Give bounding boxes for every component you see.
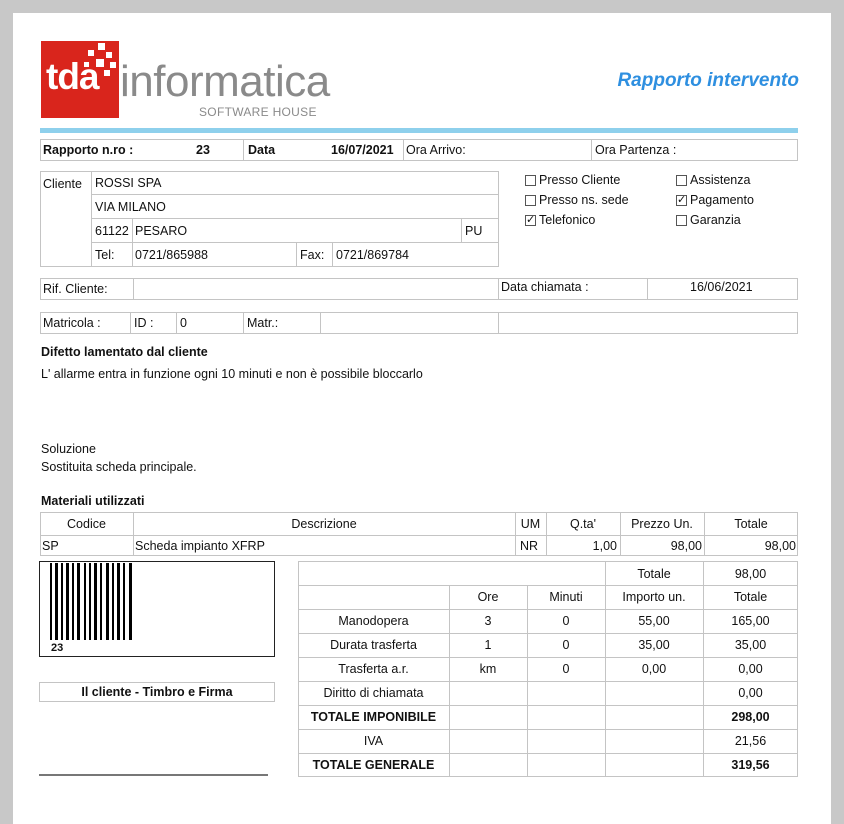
cost-row-importo: 55,00 — [638, 614, 670, 628]
telefonico-label: Telefonico — [539, 213, 596, 227]
garanzia-checkbox[interactable] — [676, 215, 687, 226]
cost-header-minuti: Minuti — [549, 590, 583, 604]
cost-row-label: Diritto di chiamata — [323, 686, 424, 700]
logo-name: informatica — [120, 57, 330, 106]
report-number-label: Rapporto n.ro : — [43, 143, 134, 157]
logo-pixel — [106, 52, 112, 58]
matricola-row — [40, 312, 798, 334]
cost-header-ore: Ore — [477, 590, 499, 604]
client-address: VIA MILANO — [95, 200, 166, 214]
materials-header-totale: Totale — [734, 517, 768, 531]
page-title: Rapporto intervento — [617, 70, 799, 91]
cost-row-minuti: 0 — [562, 662, 570, 676]
material-codice: SP — [42, 539, 59, 553]
cost-row-label: Manodopera — [338, 614, 409, 628]
grand-total-value: 319,56 — [731, 758, 770, 772]
cost-header-totale: Totale — [733, 590, 768, 604]
materials-title: Materiali utilizzati — [41, 494, 145, 508]
material-prezzo: 98,00 — [670, 539, 702, 553]
cost-row-ore: km — [479, 662, 497, 676]
grand-total-label: TOTALE GENERALE — [312, 758, 435, 772]
logo-pixel — [110, 62, 116, 68]
material-um: NR — [520, 539, 539, 553]
iva-value: 21,56 — [734, 734, 767, 748]
defect-text: L' allarme entra in funzione ogni 10 min… — [41, 367, 423, 381]
departure-time-label: Ora Partenza : — [595, 143, 677, 157]
iva-label: IVA — [363, 734, 384, 748]
solution-text: Sostituita scheda principale. — [41, 460, 197, 474]
report-date: 16/07/2021 — [331, 143, 394, 157]
cost-row-totale: 0,00 — [738, 686, 763, 700]
rif-cliente-label: Rif. Cliente: — [43, 282, 108, 296]
cost-row-minuti: 0 — [562, 614, 570, 628]
cost-row-ore: 1 — [484, 638, 492, 652]
barcode — [39, 561, 275, 657]
pagamento-label: Pagamento — [690, 193, 754, 207]
assistenza-checkbox[interactable] — [676, 175, 687, 186]
materials-header-descrizione: Descrizione — [291, 517, 357, 531]
materials-header-codice: Codice — [67, 517, 106, 531]
check-icon: ✓ — [677, 194, 687, 206]
matr-label: Matr.: — [247, 316, 279, 330]
logo-brand: tda — [46, 56, 99, 97]
reference-row — [40, 278, 798, 300]
client-tel: 0721/865988 — [135, 248, 208, 262]
signature-line — [39, 774, 268, 776]
client-cap: 61122 — [95, 224, 129, 238]
matricola-label: Matricola : — [43, 316, 101, 330]
materials-total-value: 98,00 — [734, 567, 767, 581]
cost-row-totale: 0,00 — [738, 662, 763, 676]
call-date: 16/06/2021 — [690, 280, 753, 294]
cost-row-label: Durata trasferta — [330, 638, 417, 652]
report-number: 23 — [196, 143, 210, 157]
presso-cliente-label: Presso Cliente — [539, 173, 621, 187]
logo-pixel — [98, 43, 105, 50]
arrival-time-label: Ora Arrivo: — [406, 143, 466, 157]
cost-header-importo: Importo un. — [622, 590, 686, 604]
materials-header-um: UM — [520, 517, 541, 531]
imponibile-value: 298,00 — [731, 710, 770, 724]
materials-header-prezzo: Prezzo Un. — [631, 517, 693, 531]
cost-row-importo: 35,00 — [638, 638, 670, 652]
garanzia-label: Garanzia — [690, 213, 741, 227]
imponibile-label: TOTALE IMPONIBILE — [310, 710, 437, 724]
presso-sede-label: Presso ns. sede — [539, 193, 629, 207]
fax-label: Fax: — [300, 248, 325, 262]
presso-cliente-checkbox[interactable] — [525, 175, 536, 186]
cost-row-ore: 3 — [484, 614, 492, 628]
signature-label: Il cliente - Timbro e Firma — [81, 685, 233, 699]
cost-row-label: Trasferta a.r. — [338, 662, 409, 676]
client-label: Cliente — [43, 177, 82, 191]
client-name: ROSSI SPA — [95, 176, 162, 190]
cost-row-importo: 0,00 — [641, 662, 667, 676]
id-label: ID : — [134, 316, 154, 330]
telefonico-checkbox[interactable]: ✓ — [525, 214, 536, 226]
assistenza-label: Assistenza — [690, 173, 751, 187]
pagamento-checkbox[interactable]: ✓ — [676, 194, 687, 206]
materials-header-qta: Q.ta' — [569, 517, 596, 531]
client-fax: 0721/869784 — [336, 248, 409, 262]
solution-title: Soluzione — [41, 442, 96, 456]
tel-label: Tel: — [95, 248, 115, 262]
header-divider — [40, 128, 798, 133]
materials-total-label: Totale — [637, 567, 671, 581]
date-label: Data — [248, 143, 276, 157]
material-totale: 98,00 — [764, 539, 796, 553]
client-city: PESARO — [135, 224, 188, 238]
logo-tagline: SOFTWARE HOUSE — [199, 105, 317, 119]
call-date-label: Data chiamata : — [501, 280, 589, 294]
cost-row-totale: 35,00 — [734, 638, 767, 652]
presso-sede-checkbox[interactable] — [525, 195, 536, 206]
material-qta: 1,00 — [592, 539, 617, 553]
check-icon: ✓ — [526, 214, 536, 226]
cost-row-totale: 165,00 — [731, 614, 770, 628]
id-value: 0 — [180, 316, 187, 330]
client-province: PU — [465, 224, 483, 238]
barcode-number: 23 — [51, 642, 64, 654]
material-descrizione: Scheda impianto XFRP — [135, 539, 265, 553]
logo-pixel — [104, 70, 110, 76]
cost-row-minuti: 0 — [562, 638, 570, 652]
defect-title: Difetto lamentato dal cliente — [41, 345, 208, 359]
